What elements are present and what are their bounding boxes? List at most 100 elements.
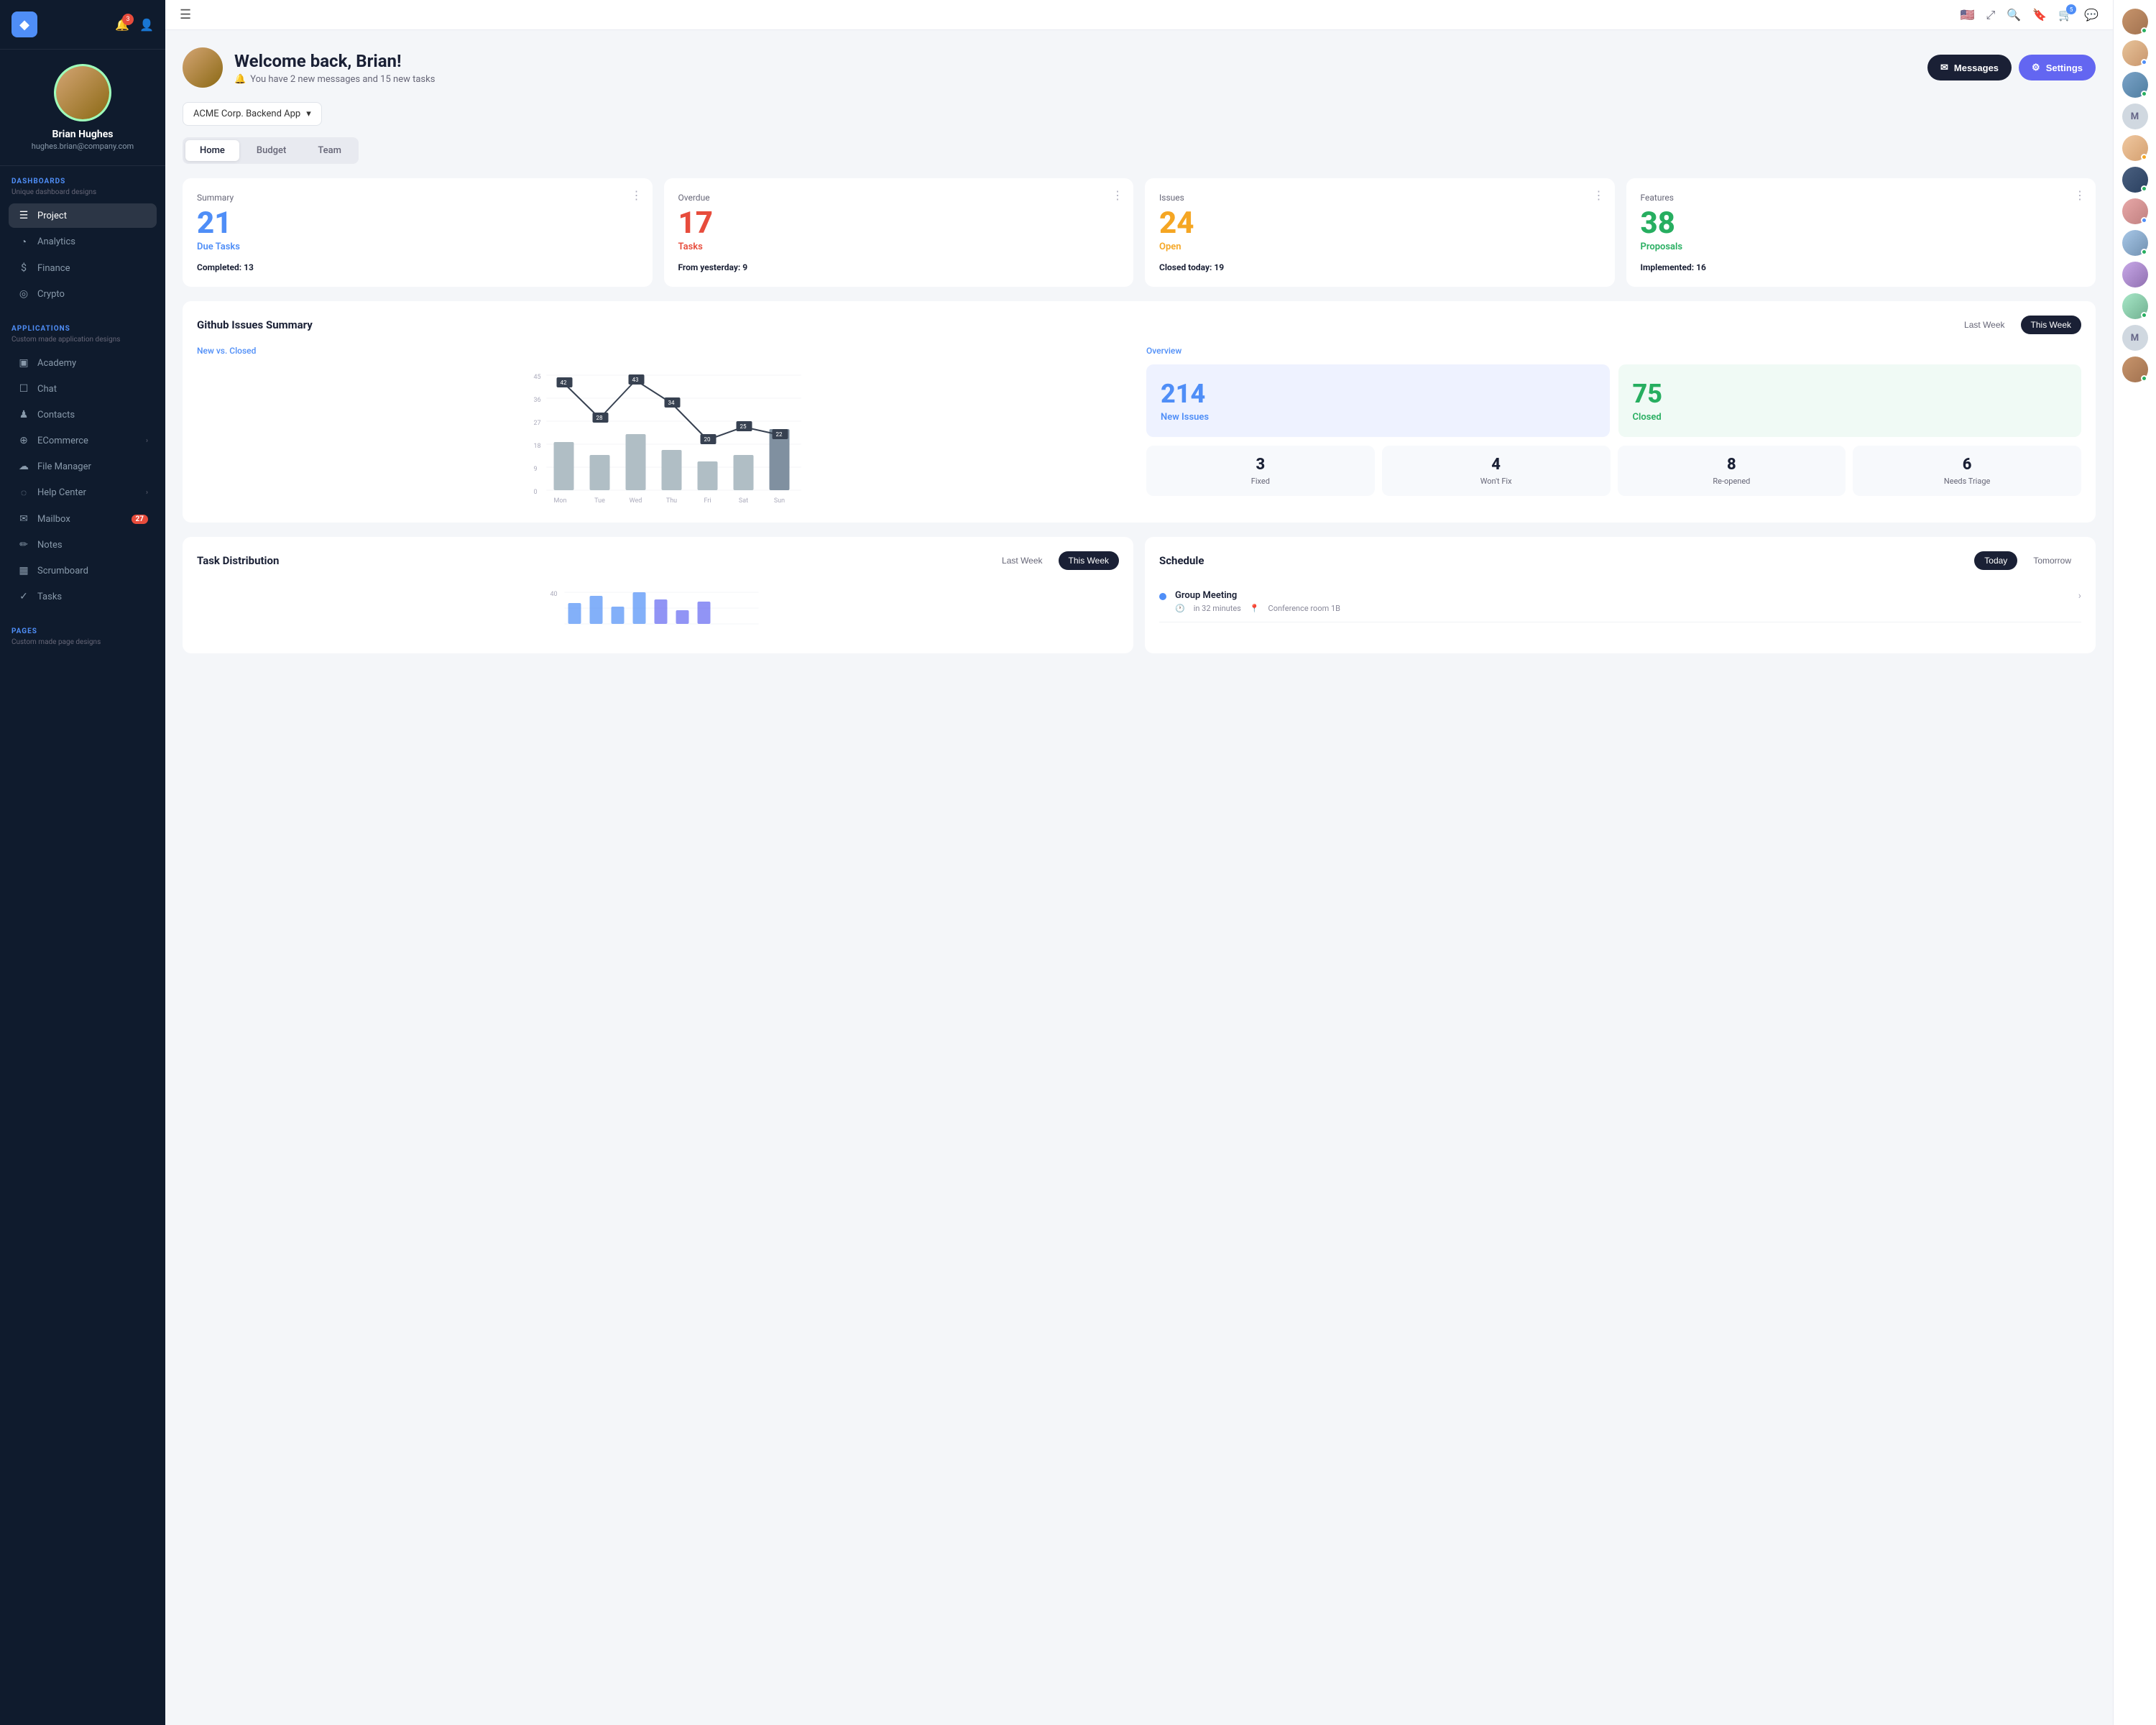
sidebar-item-help-center[interactable]: ◌ Help Center › <box>9 480 157 505</box>
right-panel-avatar-4[interactable]: M <box>2122 104 2148 129</box>
online-dot <box>2141 185 2147 192</box>
chevron-right-icon[interactable]: › <box>2078 590 2081 602</box>
svg-text:Tue: Tue <box>594 497 605 505</box>
stat-detail-val: 19 <box>1214 262 1224 272</box>
online-dot <box>2141 375 2147 382</box>
overview-label: Overview <box>1146 346 2081 356</box>
right-panel-avatar-10[interactable] <box>2122 293 2148 319</box>
stat-issues-title: Issues <box>1159 193 1600 203</box>
mini-wontfix-label: Won't Fix <box>1392 477 1600 486</box>
closed-num: 75 <box>1633 379 2068 409</box>
flag-icon[interactable]: 🇺🇸 <box>1961 8 1975 22</box>
contacts-icon: ♟ <box>17 409 30 420</box>
stat-overdue-sublabel: Tasks <box>678 242 1120 252</box>
tab-budget[interactable]: Budget <box>242 140 300 161</box>
tab-home[interactable]: Home <box>185 140 239 161</box>
svg-text:45: 45 <box>534 374 541 381</box>
sidebar-item-chat[interactable]: ☐ Chat <box>9 377 157 401</box>
stat-summary-sublabel: Due Tasks <box>197 242 638 252</box>
settings-button[interactable]: ⚙ Settings <box>2019 55 2096 80</box>
sidebar-item-file-manager[interactable]: ☁ File Manager <box>9 454 157 479</box>
topbar: ☰ 🇺🇸 ⤢ 🔍 🔖 🛒 5 💬 <box>165 0 2113 30</box>
cart-icon[interactable]: 🛒 5 <box>2058 8 2073 22</box>
mini-wontfix-num: 4 <box>1392 456 1600 474</box>
right-panel-avatar-1[interactable] <box>2122 9 2148 34</box>
right-panel-avatar-12[interactable] <box>2122 356 2148 382</box>
welcome-header: Welcome back, Brian! 🔔 You have 2 new me… <box>183 47 2096 88</box>
search-icon[interactable]: 🔍 <box>2007 8 2021 22</box>
svg-text:Sat: Sat <box>739 497 748 505</box>
user-circle-icon[interactable]: 👤 <box>139 18 154 32</box>
github-title: Github Issues Summary <box>197 318 313 331</box>
task-last-week-btn[interactable]: Last Week <box>992 551 1052 570</box>
bell-icon: 🔔 <box>234 74 246 85</box>
menu-icon[interactable]: ☰ <box>180 7 191 22</box>
right-panel-avatar-11[interactable]: M <box>2122 325 2148 351</box>
right-panel-avatar-7[interactable] <box>2122 198 2148 224</box>
svg-text:27: 27 <box>534 420 541 427</box>
stat-menu-icon[interactable]: ⋮ <box>631 188 642 202</box>
chat-icon[interactable]: 💬 <box>2084 8 2099 22</box>
github-last-week-btn[interactable]: Last Week <box>1954 316 2014 334</box>
sidebar-item-analytics[interactable]: ◔ Analytics <box>9 229 157 254</box>
online-dot <box>2141 312 2147 318</box>
stat-menu-icon[interactable]: ⋮ <box>1593 188 1605 202</box>
sidebar-item-ecommerce[interactable]: ⊕ ECommerce › <box>9 428 157 453</box>
sidebar-item-finance[interactable]: $ Finance <box>9 256 157 280</box>
schedule-tomorrow-btn[interactable]: Tomorrow <box>2023 551 2081 570</box>
app-logo-icon[interactable]: ◆ <box>11 12 37 37</box>
bookmark-icon[interactable]: 🔖 <box>2032 8 2047 22</box>
stat-features-sublabel: Proposals <box>1641 242 2082 252</box>
overview-area: Overview 214 New Issues 75 Closed <box>1146 346 2081 508</box>
sidebar-item-contacts[interactable]: ♟ Contacts <box>9 402 157 427</box>
right-panel-avatar-2[interactable] <box>2122 40 2148 66</box>
mini-stat-triage: 6 Needs Triage <box>1853 446 2081 496</box>
expand-icon[interactable]: ⤢ <box>1986 8 1996 22</box>
right-panel-avatar-3[interactable] <box>2122 72 2148 98</box>
stat-detail-val: 16 <box>1696 262 1706 272</box>
notifications-icon[interactable]: 🔔 3 <box>115 18 129 32</box>
stat-detail-key: From yesterday: <box>678 262 743 272</box>
right-panel-avatar-9[interactable] <box>2122 262 2148 288</box>
github-this-week-btn[interactable]: This Week <box>2021 316 2081 334</box>
sidebar-item-scrumboard[interactable]: ▦ Scrumboard <box>9 558 157 583</box>
stat-card-features: ⋮ Features 38 Proposals Implemented: 16 <box>1626 178 2096 287</box>
sidebar-item-tasks[interactable]: ✓ Tasks <box>9 584 157 609</box>
stat-menu-icon[interactable]: ⋮ <box>2074 188 2086 202</box>
user-avatar[interactable] <box>54 64 111 121</box>
stat-summary-title: Summary <box>197 193 638 203</box>
sidebar-item-notes[interactable]: ✏ Notes <box>9 533 157 557</box>
location-icon: 📍 <box>1250 604 1260 613</box>
welcome-actions: ✉ Messages ⚙ Settings <box>1927 55 2096 80</box>
stat-features-title: Features <box>1641 193 2082 203</box>
sidebar-item-project[interactable]: ☰ Project <box>9 203 157 228</box>
right-panel-avatar-6[interactable] <box>2122 167 2148 193</box>
pages-sub: Custom made page designs <box>9 638 157 646</box>
stat-menu-icon[interactable]: ⋮ <box>1112 188 1123 202</box>
svg-text:18: 18 <box>534 443 541 450</box>
cart-badge: 5 <box>2066 4 2076 14</box>
right-panel-avatar-5[interactable] <box>2122 135 2148 161</box>
schedule-time: in 32 minutes <box>1194 604 1241 613</box>
sidebar-item-label: Project <box>37 211 67 221</box>
scrumboard-icon: ▦ <box>17 565 30 576</box>
sidebar-item-academy[interactable]: ▣ Academy <box>9 351 157 375</box>
task-this-week-btn[interactable]: This Week <box>1059 551 1119 570</box>
sidebar-item-mailbox[interactable]: ✉ Mailbox 27 <box>9 507 157 531</box>
sidebar-item-crypto[interactable]: ◎ Crypto <box>9 282 157 306</box>
svg-text:Thu: Thu <box>666 497 677 505</box>
schedule-today-btn[interactable]: Today <box>1974 551 2017 570</box>
right-panel-avatar-8[interactable] <box>2122 230 2148 256</box>
schedule-actions: Today Tomorrow <box>1974 551 2081 570</box>
tab-team[interactable]: Team <box>303 140 356 161</box>
dashboards-section: DASHBOARDS Unique dashboard designs ☰ Pr… <box>0 166 165 313</box>
sidebar-item-label: Crypto <box>37 289 65 300</box>
sidebar-item-label: Finance <box>37 263 70 274</box>
messages-button[interactable]: ✉ Messages <box>1927 55 2012 80</box>
stat-overdue-number: 17 <box>678 208 1120 239</box>
mini-reopened-label: Re-opened <box>1628 477 1836 486</box>
project-selector[interactable]: ACME Corp. Backend App ▾ <box>183 102 322 126</box>
dashboards-label: DASHBOARDS <box>9 178 157 185</box>
schedule-item-title: Group Meeting <box>1175 590 1340 601</box>
sidebar-top-icons: 🔔 3 👤 <box>115 18 154 32</box>
